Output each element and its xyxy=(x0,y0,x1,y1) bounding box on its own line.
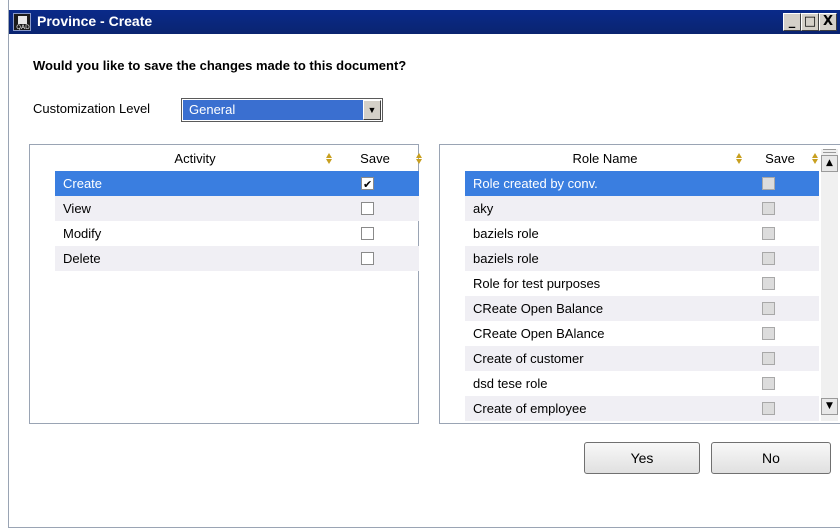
title-bar[interactable]: QAD Province - Create _ □ X xyxy=(9,10,840,34)
table-row[interactable]: Delete xyxy=(55,246,419,271)
row-label: Role for test purposes xyxy=(473,276,601,291)
save-checkbox[interactable] xyxy=(361,202,374,215)
table-row[interactable]: Modify xyxy=(55,221,419,246)
save-checkbox[interactable] xyxy=(762,252,775,265)
table-row[interactable]: Create of employee xyxy=(465,396,819,421)
maximize-button[interactable]: □ xyxy=(801,13,819,31)
save-checkbox[interactable] xyxy=(762,227,775,240)
close-button[interactable]: X xyxy=(819,13,837,31)
row-label: View xyxy=(63,201,91,216)
table-row[interactable]: View xyxy=(55,196,419,221)
table-row[interactable]: Role for test purposes xyxy=(465,271,819,296)
table-row[interactable]: Create of customer xyxy=(465,346,819,371)
app-icon: QAD xyxy=(13,13,31,31)
save-checkbox[interactable] xyxy=(361,227,374,240)
save-checkbox[interactable] xyxy=(762,377,775,390)
sort-icon[interactable] xyxy=(811,153,819,165)
activity-grid: Activity Save Create View Modify Delete xyxy=(29,144,422,424)
sort-icon[interactable] xyxy=(735,153,743,165)
activity-grid-header: Activity Save xyxy=(55,149,422,171)
sort-icon[interactable] xyxy=(415,153,423,165)
chevron-down-icon[interactable]: ▼ xyxy=(363,100,381,120)
scroll-grip[interactable] xyxy=(823,149,836,153)
activity-save-column-header[interactable]: Save xyxy=(335,149,422,171)
activity-rows: Create View Modify Delete xyxy=(55,171,419,271)
role-name-column-header[interactable]: Role Name xyxy=(465,149,745,171)
customization-level-label: Customization Level xyxy=(33,101,151,116)
dialog-window: QAD Province - Create _ □ X Would you li… xyxy=(8,0,840,528)
scroll-down-icon[interactable]: ▼ xyxy=(821,398,838,415)
row-label: Modify xyxy=(63,226,102,241)
table-row[interactable]: Role created by conv. xyxy=(465,171,819,196)
table-row[interactable]: baziels role xyxy=(465,246,819,271)
row-label: Create xyxy=(63,176,103,191)
row-label: baziels role xyxy=(473,226,539,241)
save-question: Would you like to save the changes made … xyxy=(33,58,407,73)
customization-level-select[interactable]: General ▼ xyxy=(181,98,383,122)
save-checkbox[interactable] xyxy=(762,277,775,290)
no-button[interactable]: No xyxy=(711,442,831,474)
save-checkbox[interactable] xyxy=(762,402,775,415)
row-label: Create of customer xyxy=(473,351,584,366)
minimize-button[interactable]: _ xyxy=(783,13,801,31)
row-label: CReate Open BAlance xyxy=(473,326,605,341)
save-checkbox[interactable] xyxy=(361,252,374,265)
table-row[interactable]: baziels role xyxy=(465,221,819,246)
save-checkbox[interactable] xyxy=(762,327,775,340)
scroll-up-icon[interactable]: ▲ xyxy=(821,155,838,172)
row-label: baziels role xyxy=(473,251,539,266)
role-grid-scrollbar[interactable]: ▲ ▼ xyxy=(821,149,838,421)
yes-button[interactable]: Yes xyxy=(584,442,700,474)
role-grid-header: Role Name Save xyxy=(465,149,818,171)
save-checkbox[interactable] xyxy=(762,202,775,215)
table-row[interactable]: CReate Open Balance xyxy=(465,296,819,321)
activity-column-header[interactable]: Activity xyxy=(55,149,335,171)
table-row[interactable]: aky xyxy=(465,196,819,221)
role-rows: Role created by conv. aky baziels role bazi… xyxy=(465,171,819,421)
table-row[interactable]: dsd tese role xyxy=(465,371,819,396)
row-label: CReate Open Balance xyxy=(473,301,604,316)
table-row[interactable]: CReate Open BAlance xyxy=(465,321,819,346)
row-label: Role created by conv. xyxy=(473,176,598,191)
row-label: Delete xyxy=(63,251,101,266)
save-checkbox[interactable] xyxy=(361,172,374,197)
row-label: Create of employee xyxy=(473,401,587,416)
table-row[interactable]: Create xyxy=(55,171,419,197)
customization-level-value: General xyxy=(183,100,363,120)
role-grid: Role Name Save Role created by conv. aky b… xyxy=(439,144,840,424)
save-checkbox[interactable] xyxy=(762,352,775,365)
window-controls: _ □ X xyxy=(783,13,837,31)
save-checkbox[interactable] xyxy=(762,177,775,190)
save-checkbox[interactable] xyxy=(762,302,775,315)
window-title: Province - Create xyxy=(37,13,153,29)
sort-icon[interactable] xyxy=(325,153,333,165)
row-label: aky xyxy=(473,201,494,216)
role-save-column-header[interactable]: Save xyxy=(745,149,818,171)
row-label: dsd tese role xyxy=(473,376,548,391)
